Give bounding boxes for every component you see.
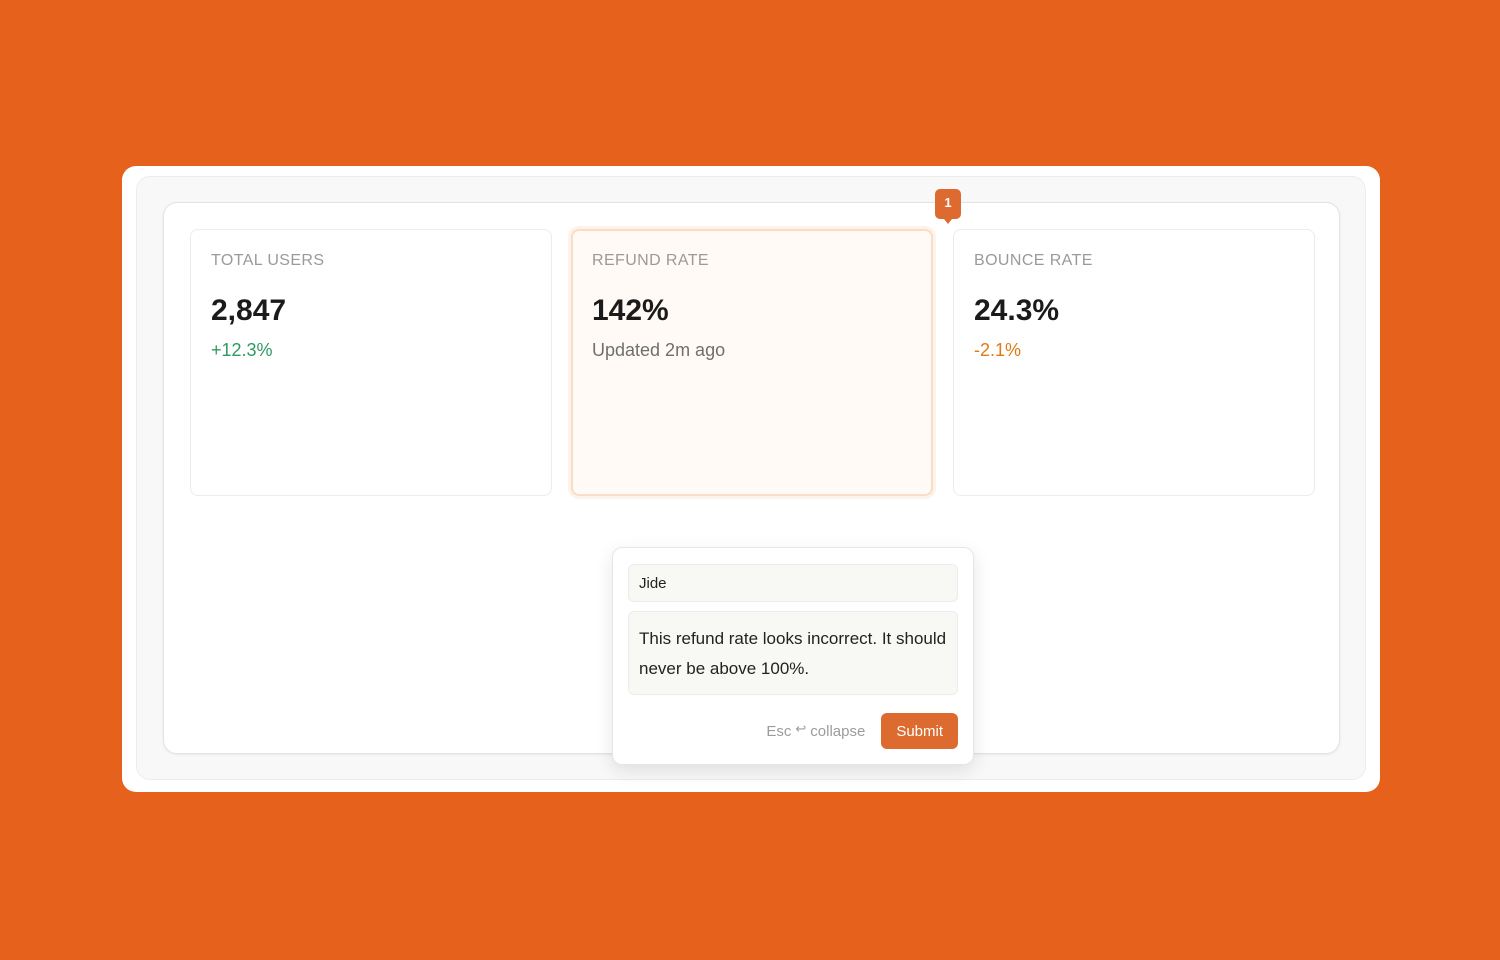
metric-card-total-users[interactable]: TOTAL USERS 2,847 +12.3% <box>190 229 552 496</box>
metric-label: BOUNCE RATE <box>974 252 1093 269</box>
author-name-input[interactable] <box>628 564 958 602</box>
metric-value: 2,847 <box>211 294 287 327</box>
return-icon: ↩ <box>795 721 807 736</box>
hint-key: Esc <box>766 722 792 740</box>
metric-change: +12.3% <box>211 340 273 360</box>
metric-value: 24.3% <box>974 294 1060 327</box>
comment-popover: This refund rate looks incorrect. It sho… <box>612 547 974 765</box>
metric-label: REFUND RATE <box>592 252 709 269</box>
keyboard-hint: Esc ↩ collapse <box>766 721 866 740</box>
app-frame: TOTAL USERS 2,847 +12.3% REFUND RATE 142… <box>122 166 1380 792</box>
dashboard-panel: TOTAL USERS 2,847 +12.3% REFUND RATE 142… <box>163 202 1340 765</box>
comment-marker-pin[interactable]: 1 <box>935 189 961 224</box>
metric-card-refund-rate[interactable]: REFUND RATE 142% Updated 2m ago <box>571 229 933 496</box>
canvas-frame: TOTAL USERS 2,847 +12.3% REFUND RATE 142… <box>136 176 1366 780</box>
hint-action: collapse <box>810 722 866 740</box>
comment-textarea[interactable]: This refund rate looks incorrect. It sho… <box>628 611 958 695</box>
metric-value: 142% <box>592 294 669 327</box>
submit-button[interactable]: Submit <box>881 713 958 749</box>
metric-change: -2.1% <box>974 340 1022 360</box>
comment-footer: Esc ↩ collapse Submit <box>628 713 958 749</box>
metric-card-bounce-rate[interactable]: BOUNCE RATE 24.3% -2.1% <box>953 229 1315 496</box>
metric-label: TOTAL USERS <box>211 252 325 269</box>
metric-updated-time: Updated 2m ago <box>592 340 726 360</box>
